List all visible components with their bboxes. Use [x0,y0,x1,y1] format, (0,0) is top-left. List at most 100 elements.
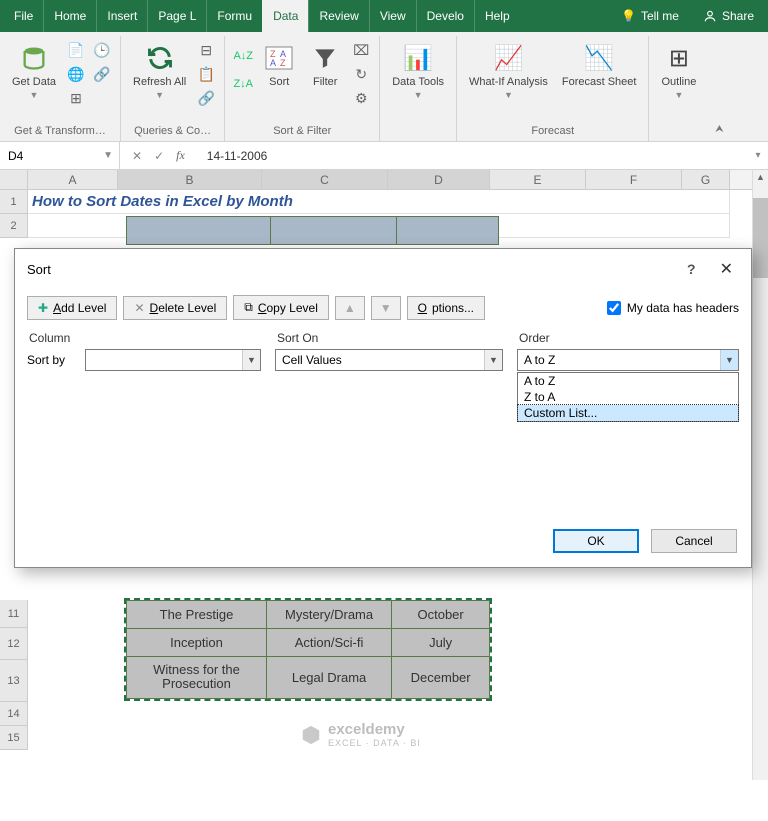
outline-button[interactable]: ⊞ Outline ▼ [657,40,700,102]
order-dropdown: A to Z Z to A Custom List... [517,372,739,422]
chevron-down-icon[interactable]: ▼ [720,350,738,370]
chevron-down-icon: ▼ [504,90,513,100]
vertical-scrollbar[interactable]: ▲ [752,170,768,780]
tab-review[interactable]: Review [308,0,368,32]
name-box[interactable]: D4 ▼ [0,142,120,169]
col-f[interactable]: F [586,170,682,189]
edit-links-icon[interactable]: 🔗 [196,88,216,108]
close-icon[interactable]: ✕ [714,257,739,281]
sort-on-combo[interactable]: Cell Values ▼ [275,349,503,371]
row-13-header[interactable]: 13 [0,660,28,702]
scroll-thumb[interactable] [753,198,768,278]
row-11-header[interactable]: 11 [0,600,28,628]
tab-view[interactable]: View [369,0,416,32]
tab-formulas[interactable]: Formu [206,0,262,32]
col-a[interactable]: A [28,170,118,189]
delete-level-button[interactable]: ✕ Delete Level [123,296,227,320]
table-row[interactable]: The Prestige Mystery/Drama October [127,601,490,629]
share-button[interactable]: Share [689,0,768,32]
select-all-corner[interactable] [0,170,28,189]
cell-movie: Witness for the Prosecution [127,657,267,699]
tab-insert[interactable]: Insert [96,0,147,32]
get-data-button[interactable]: Get Data ▼ [8,40,60,102]
refresh-all-button[interactable]: Refresh All ▼ [129,40,190,102]
cell-a1[interactable]: How to Sort Dates in Excel by Month [28,190,730,214]
col-g[interactable]: G [682,170,730,189]
cell-genre: Mystery/Drama [267,601,392,629]
copy-level-button[interactable]: ⧉ Copy Level [233,295,329,320]
existing-conn-icon[interactable]: 🔗 [92,64,112,84]
headers-checkbox[interactable] [607,301,621,315]
col-e[interactable]: E [490,170,586,189]
cancel-button[interactable]: Cancel [651,529,737,553]
help-icon[interactable]: ? [687,261,696,277]
data-tools-button[interactable]: 📊 Data Tools ▼ [388,40,448,102]
filter-button[interactable]: Filter [305,40,345,90]
row-1-header[interactable]: 1 [0,190,28,214]
ribbon-group-data-tools: 📊 Data Tools ▼ [380,36,457,141]
row-15-header[interactable]: 15 [0,726,28,750]
tab-developer[interactable]: Develo [416,0,474,32]
tell-me[interactable]: 💡 Tell me [611,0,689,32]
move-down-button[interactable]: ▼ [371,296,401,320]
from-table-icon[interactable]: ⊞ [66,88,86,108]
advanced-filter-icon[interactable]: ⚙ [351,88,371,108]
collapse-ribbon[interactable]: ⮝ [708,36,730,141]
from-text-icon[interactable]: 📄 [66,40,86,60]
recent-sources-icon[interactable]: 🕒 [92,40,112,60]
order-option-custom[interactable]: Custom List... [518,405,738,421]
ribbon-group-get-transform: Get Data ▼ 📄 🌐 ⊞ 🕒 🔗 Get & Transform… [0,36,121,141]
scroll-up-icon[interactable]: ▲ [753,170,768,184]
move-up-button[interactable]: ▲ [335,296,365,320]
enter-formula-icon[interactable]: ✓ [154,149,164,163]
sort-dialog: Sort ? ✕ ✚ Add Level ✕ Delete Level ⧉ Co… [14,248,752,568]
sort-button[interactable]: ZAAZ Sort [259,40,299,90]
tab-page-layout[interactable]: Page L [147,0,206,32]
chevron-down-icon[interactable]: ▼ [103,150,113,161]
table-row[interactable]: Witness for the Prosecution Legal Drama … [127,657,490,699]
forecast-sheet-button[interactable]: 📉 Forecast Sheet [558,40,641,90]
order-combo[interactable]: A to Z ▼ [517,349,739,371]
sort-by-combo[interactable]: ▼ [85,349,261,371]
chevron-down-icon[interactable]: ▼ [242,350,260,370]
properties-icon[interactable]: 📋 [196,64,216,84]
title-bar: File Home Insert Page L Formu Data Revie… [0,0,768,32]
filter-label: Filter [313,76,337,88]
from-web-icon[interactable]: 🌐 [66,64,86,84]
clear-filter-icon[interactable]: ⌧ [351,40,371,60]
row-2-header[interactable]: 2 [0,214,28,238]
ok-button[interactable]: OK [553,529,639,553]
formula-input[interactable]: 14-11-2006 [197,142,748,169]
col-d[interactable]: D [388,170,490,189]
col-c[interactable]: C [262,170,388,189]
table-row[interactable]: Inception Action/Sci-fi July [127,629,490,657]
expand-formula-icon[interactable]: ▾ [748,150,768,161]
my-data-has-headers[interactable]: My data has headers [607,301,739,315]
tab-help[interactable]: Help [474,0,520,32]
tab-home[interactable]: Home [43,0,96,32]
order-option-za[interactable]: Z to A [518,389,738,405]
sort-asc-icon[interactable]: A↓Z [233,46,253,66]
get-data-label: Get Data [12,76,56,88]
reapply-icon[interactable]: ↻ [351,64,371,84]
options-button[interactable]: Options... [407,296,485,320]
what-if-button[interactable]: 📈 What-If Analysis ▼ [465,40,552,102]
sort-desc-icon[interactable]: Z↓A [233,74,253,94]
svg-text:Z: Z [280,58,286,68]
person-icon [703,9,717,23]
fx-icon[interactable]: fx [176,148,185,163]
cancel-formula-icon[interactable]: ✕ [132,149,142,163]
queries-conn-icon[interactable]: ⊟ [196,40,216,60]
dialog-titlebar[interactable]: Sort ? ✕ [15,249,751,289]
order-option-az[interactable]: A to Z [518,373,738,389]
col-b[interactable]: B [118,170,262,189]
add-level-button[interactable]: ✚ Add Level [27,296,117,320]
tab-file[interactable]: File [0,0,43,32]
tab-data[interactable]: Data [262,0,308,32]
forecast-icon: 📉 [583,42,615,74]
row-14-header[interactable]: 14 [0,702,28,726]
chevron-down-icon[interactable]: ▼ [484,350,502,370]
refresh-label: Refresh All [133,76,186,88]
row-12-header[interactable]: 12 [0,628,28,660]
ribbon-group-outline: ⊞ Outline ▼ [649,36,708,141]
